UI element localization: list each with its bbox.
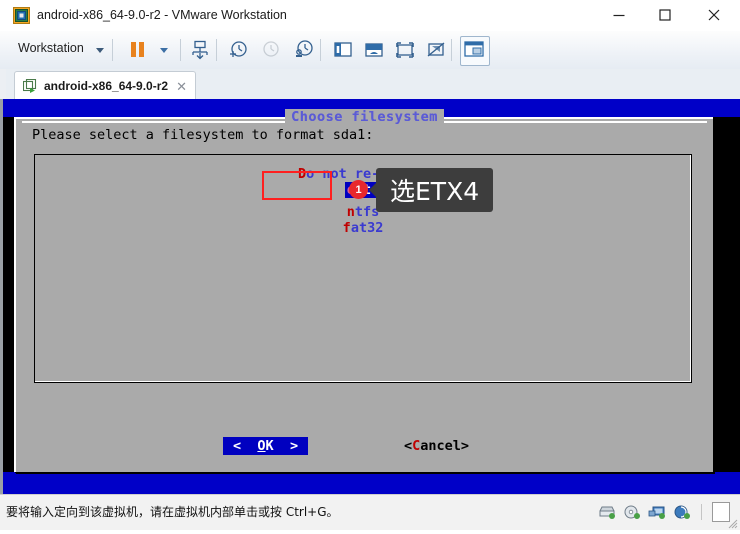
vmware-workstation-window: android-x86_64-9.0-r2 - VMware Workstati… [0, 0, 740, 530]
snapshot-manager-button[interactable] [291, 37, 317, 63]
revert-snapshot-button[interactable] [258, 37, 284, 63]
snapshot-button[interactable] [187, 37, 213, 63]
item-text: at32 [350, 220, 384, 236]
fullscreen-button[interactable] [392, 37, 418, 63]
toolbar: Workstation [0, 31, 740, 70]
title-bar: android-x86_64-9.0-r2 - VMware Workstati… [0, 0, 740, 32]
status-device-icons [598, 500, 730, 524]
suspend-chevron-down-icon[interactable] [160, 48, 168, 53]
take-snapshot-button[interactable] [225, 37, 251, 63]
toolbar-separator-3 [216, 39, 217, 61]
sound-card-icon[interactable] [673, 504, 691, 520]
console-view-button[interactable] [460, 36, 490, 66]
annotation-step-badge: 1 [349, 180, 368, 199]
dialog-button-row: < OK > <Cancel> [16, 437, 713, 457]
toolbar-separator-4 [320, 39, 321, 61]
toolbar-separator [112, 39, 113, 61]
list-item[interactable]: Do not re-format [35, 163, 691, 182]
toolbar-separator-5 [451, 39, 452, 61]
console-bottom-band [3, 472, 740, 494]
tab-close-icon[interactable]: ✕ [176, 80, 187, 93]
ok-right-arrow: > [289, 438, 299, 454]
list-item-fat32[interactable]: fat32 [343, 220, 384, 236]
cancel-button[interactable]: <Cancel> [404, 438, 469, 454]
cancel-open-bracket: < [404, 438, 413, 454]
close-button[interactable] [690, 0, 738, 30]
ok-left-arrow: < [233, 438, 242, 454]
chevron-down-icon[interactable] [96, 48, 104, 53]
window-title: android-x86_64-9.0-r2 - VMware Workstati… [37, 8, 287, 22]
status-separator [701, 504, 702, 520]
dialog-title: Choose filesystem [16, 109, 713, 125]
cancel-label-rest: ancel [420, 438, 461, 454]
maximize-button[interactable] [642, 0, 688, 30]
cancel-close-bracket: > [460, 438, 470, 454]
show-library-button[interactable] [330, 37, 356, 63]
vm-tab-icon [22, 78, 38, 94]
vmware-logo-icon [13, 7, 30, 24]
vm-console[interactable]: Choose filesystem Please select a filesy… [0, 99, 740, 494]
show-thumbnails-button[interactable] [361, 37, 387, 63]
dialog-prompt: Please select a filesystem to format sda… [32, 127, 374, 143]
hard-disk-icon[interactable] [598, 504, 616, 520]
workstation-menu-button[interactable]: Workstation [18, 41, 84, 55]
status-message: 要将输入定向到该虚拟机，请在虚拟机内部单击或按 Ctrl+G。 [6, 505, 339, 519]
resize-grip[interactable] [726, 516, 738, 529]
minimize-button[interactable] [596, 0, 642, 30]
suspend-icon[interactable] [131, 42, 136, 57]
dialog-title-text: Choose filesystem [285, 109, 444, 125]
hotkey-char: f [342, 220, 351, 236]
tab-android-x86_64-9-0-r2[interactable]: android-x86_64-9.0-r2 ✕ [14, 71, 196, 100]
list-item[interactable]: fat32 [35, 217, 691, 236]
network-adapter-icon[interactable] [648, 504, 666, 520]
ok-label-rest: K [265, 438, 274, 454]
suspend-icon-2[interactable] [139, 42, 144, 57]
list-item[interactable]: ntfs [35, 201, 691, 220]
cd-dvd-icon[interactable] [623, 504, 641, 520]
status-bar: 要将输入定向到该虚拟机，请在虚拟机内部单击或按 Ctrl+G。 [0, 494, 740, 530]
toolbar-separator-2 [180, 39, 181, 61]
choose-filesystem-dialog: Choose filesystem Please select a filesy… [14, 109, 713, 472]
ok-hotkey: O [257, 438, 266, 454]
unity-mode-button[interactable] [423, 37, 449, 63]
tab-label: android-x86_64-9.0-r2 [44, 79, 169, 93]
annotation-tooltip: 选ETX4 [368, 168, 494, 212]
filesystem-list: Do not re-format ext4 ntfs fat32 [35, 163, 691, 236]
tab-strip: android-x86_64-9.0-r2 ✕ [0, 69, 740, 100]
ok-button[interactable]: < OK > [223, 437, 309, 455]
annotation-highlight-rect [262, 171, 332, 200]
